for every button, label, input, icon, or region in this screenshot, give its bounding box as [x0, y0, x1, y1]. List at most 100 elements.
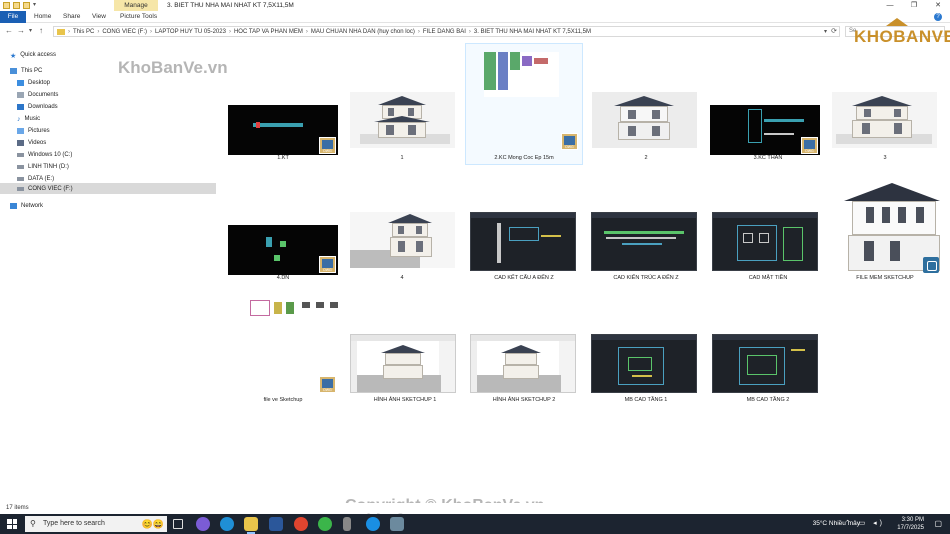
search-icon: ⚲	[30, 519, 36, 528]
sidebar-item-music[interactable]: ♪ Music	[0, 113, 216, 124]
file-item-mb-cad-tang-1[interactable]: MB CAD TẦNG 1	[586, 290, 706, 410]
file-item-3-kc-than[interactable]: DWG 3.KC THAN	[708, 40, 828, 161]
address-row: ← → ▾ ↑ › This PC › CONG VIEC (F:) › LAP…	[0, 24, 950, 39]
notification-icon[interactable]: ▢	[934, 519, 942, 528]
pictures-icon	[17, 127, 24, 134]
file-item-2[interactable]: 2	[586, 40, 706, 161]
copilot-icon[interactable]	[196, 517, 210, 531]
taskbar: ⚲ Type here to search 😊😄 35°C Nhiều mây …	[0, 514, 950, 534]
file-name: 1.KT	[277, 155, 289, 161]
file-item-2-kc-mong-coc[interactable]: DWG 2.KC Mong Coc Ep 15m	[464, 40, 584, 161]
breadcrumb-chevron-icon: ›	[68, 28, 70, 35]
file-name: CAD KẾT CẤU A ĐẾN Z	[494, 275, 554, 281]
file-item-1[interactable]: 1	[342, 40, 462, 161]
file-list: DWG 1.KT 1 DWG 2.KC Mong Coc Ep 15m 2 DW…	[220, 40, 950, 500]
properties-icon[interactable]	[13, 2, 20, 9]
file-explorer-icon[interactable]	[244, 517, 258, 534]
music-icon: ♪	[17, 115, 21, 123]
sidebar-item-desktop[interactable]: Desktop	[0, 77, 216, 88]
file-item-cad-kien-truc[interactable]: CAD KIẾN TRÚC A ĐẾN Z	[586, 165, 706, 285]
sidebar-item-downloads[interactable]: Downloads	[0, 101, 216, 112]
breadcrumb-laptop[interactable]: LAPTOP HUY TU 05-2023	[155, 29, 226, 35]
taskbar-search-input[interactable]: ⚲ Type here to search 😊😄	[25, 516, 167, 532]
file-item-1-kt[interactable]: DWG 1.KT	[220, 40, 340, 161]
zalo-icon[interactable]	[366, 517, 380, 531]
address-bar[interactable]: › This PC › CONG VIEC (F:) › LAPTOP HUY …	[53, 26, 840, 37]
sidebar-item-linh-tinh-d[interactable]: LINH TINH (D:)	[0, 161, 216, 172]
file-item-3[interactable]: 3	[830, 40, 950, 161]
tab-file[interactable]: File	[0, 11, 26, 23]
app-icon[interactable]	[343, 517, 351, 531]
file-name: 2	[644, 155, 648, 161]
sidebar-item-windows-c[interactable]: Windows 10 (C:)	[0, 149, 216, 160]
tab-share[interactable]: Share	[63, 11, 80, 23]
sidebar-item-network[interactable]: Network	[0, 200, 216, 211]
file-name: CAD MẶT TIỀN	[748, 275, 788, 281]
file-item-file-mem-sketchup[interactable]: FILE MEM SKETCHUP	[830, 165, 950, 285]
file-thumbnail	[592, 92, 697, 148]
forward-arrow-icon[interactable]: →	[17, 26, 25, 36]
chrome-icon[interactable]	[294, 517, 308, 531]
windows-start-icon[interactable]	[7, 519, 17, 529]
sidebar-item-pictures[interactable]: Pictures	[0, 125, 216, 136]
address-dropdown-icon[interactable]: ▾	[824, 28, 827, 35]
sidebar-item-documents[interactable]: Documents	[0, 89, 216, 100]
file-item-hinh-anh-sketchup-1[interactable]: HÌNH ẢNH SKETCHUP 1	[342, 290, 462, 410]
edge-icon[interactable]	[220, 517, 234, 531]
breadcrumb-file-dang-bai[interactable]: FILE DANG BAI	[423, 29, 466, 35]
breadcrumb-current-folder[interactable]: 3. BIET THU NHA MAI NHAT KT 7,5X11,5M	[474, 29, 591, 35]
recent-chevron-icon[interactable]: ▾	[29, 26, 32, 36]
file-item-cad-ket-cau[interactable]: CAD KẾT CẤU A ĐẾN Z	[464, 165, 584, 285]
tray-icons[interactable]: ⌃ ▭ ◂)	[845, 519, 885, 527]
minimize-button[interactable]: —	[878, 0, 902, 11]
folder-icon[interactable]	[3, 2, 10, 9]
file-item-4[interactable]: 4	[342, 165, 462, 285]
file-name: MB CAD TẦNG 2	[746, 397, 790, 403]
file-item-mb-cad-tang-2[interactable]: MB CAD TẦNG 2	[708, 290, 828, 410]
file-thumbnail	[470, 334, 576, 393]
file-thumbnail	[591, 212, 697, 271]
file-thumbnail	[250, 300, 340, 320]
file-thumbnail	[350, 334, 456, 393]
search-highlight-icon: 😊😄	[141, 519, 164, 529]
maximize-button[interactable]: ❐	[902, 0, 926, 11]
drive-icon	[17, 164, 24, 169]
back-arrow-icon[interactable]: ←	[5, 26, 13, 36]
new-folder-icon[interactable]	[23, 2, 30, 9]
breadcrumb-mau-chuan[interactable]: MAU CHUAN NHA DAN (huy chon loc)	[311, 29, 415, 35]
file-name: 3.KC THAN	[753, 155, 783, 161]
store-icon[interactable]	[269, 517, 283, 531]
app-icon[interactable]	[390, 517, 404, 531]
clock[interactable]: 3:30 PM 17/7/2025	[897, 516, 924, 532]
tab-view[interactable]: View	[92, 11, 106, 23]
close-button[interactable]: ✕	[926, 0, 950, 11]
file-name: 2.KC Mong Coc Ep 15m	[494, 155, 554, 161]
breadcrumb-chevron-icon: ›	[97, 28, 100, 35]
breadcrumb-chevron-icon: ›	[468, 28, 471, 35]
file-name: 4	[400, 275, 404, 281]
refresh-icon[interactable]: ⟳	[831, 27, 837, 35]
task-view-icon[interactable]	[173, 519, 183, 529]
sidebar-item-videos[interactable]: Videos	[0, 137, 216, 148]
tab-home[interactable]: Home	[34, 11, 51, 23]
breadcrumb-this-pc[interactable]: This PC	[73, 29, 94, 35]
file-thumbnail	[470, 212, 576, 271]
up-arrow-icon[interactable]: ↑	[39, 26, 43, 36]
file-item-cad-mat-tien[interactable]: CAD MẶT TIỀN	[708, 165, 828, 285]
drive-icon	[17, 176, 24, 181]
navigation-pane: ★ Quick access This PC Desktop Documents…	[0, 44, 216, 499]
breadcrumb-chevron-icon: ›	[417, 28, 420, 35]
file-item-file-ve-sketchup[interactable]: DWG file ve Sketchup	[220, 290, 340, 410]
app-icon[interactable]	[318, 517, 332, 531]
breadcrumb-hoc-tap[interactable]: HOC TAP VA PHAN MEM	[234, 29, 303, 35]
breadcrumb-drive-f[interactable]: CONG VIEC (F:)	[102, 29, 147, 35]
file-item-hinh-anh-sketchup-2[interactable]: HÌNH ẢNH SKETCHUP 2	[464, 290, 584, 410]
customize-chevron-icon[interactable]: ▾	[33, 2, 37, 9]
sidebar-item-cong-viec-f[interactable]: CONG VIEC (F:)	[0, 183, 216, 194]
watermark-top: KhoBanVe.vn	[118, 58, 228, 77]
tab-picture-tools[interactable]: Picture Tools	[120, 11, 157, 23]
manage-tab[interactable]: Manage	[114, 0, 158, 11]
status-bar: 17 items	[0, 503, 950, 513]
quick-access-toolbar[interactable]: ▾	[3, 2, 37, 9]
file-item-4-dn[interactable]: DWG 4.DN	[220, 165, 340, 285]
